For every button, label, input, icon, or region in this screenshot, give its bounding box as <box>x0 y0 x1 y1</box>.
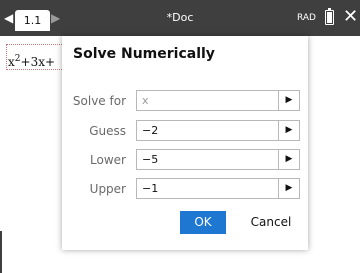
upper-label: Upper <box>89 182 126 196</box>
left-edge-marker <box>0 231 2 273</box>
guess-label: Guess <box>89 124 126 138</box>
upper-arrow-icon[interactable]: ▶ <box>278 179 299 198</box>
solve-for-arrow-icon[interactable]: ▶ <box>278 91 299 110</box>
guess-value: −2 <box>142 124 159 137</box>
ok-button[interactable]: OK <box>180 211 226 234</box>
top-bar: ◀ 1.1 ▶ *Doc RAD ✕ <box>0 0 360 36</box>
expr-rest: +3x+ <box>20 55 56 69</box>
solve-numerically-dialog: Solve Numerically Solve for x ▶ Guess −2… <box>62 36 308 250</box>
guess-field[interactable]: −2 ▶ <box>136 120 300 141</box>
dialog-title: Solve Numerically <box>73 46 215 62</box>
upper-value: −1 <box>142 182 159 195</box>
lower-field[interactable]: −5 ▶ <box>136 149 300 170</box>
lower-value: −5 <box>142 153 159 166</box>
angle-mode-indicator: RAD <box>297 13 316 23</box>
lower-label: Lower <box>90 153 126 167</box>
solve-for-field[interactable]: x ▶ <box>136 90 300 111</box>
solve-for-label: Solve for <box>72 94 126 108</box>
close-icon[interactable]: ✕ <box>343 6 358 27</box>
cancel-button[interactable]: Cancel <box>240 211 302 234</box>
math-expression-box[interactable]: x2+3x+ <box>6 44 66 70</box>
solve-for-value: x <box>142 94 149 107</box>
expr-variable: x <box>8 55 15 69</box>
guess-arrow-icon[interactable]: ▶ <box>278 121 299 140</box>
upper-field[interactable]: −1 ▶ <box>136 178 300 199</box>
battery-icon <box>325 8 334 25</box>
lower-arrow-icon[interactable]: ▶ <box>278 150 299 169</box>
